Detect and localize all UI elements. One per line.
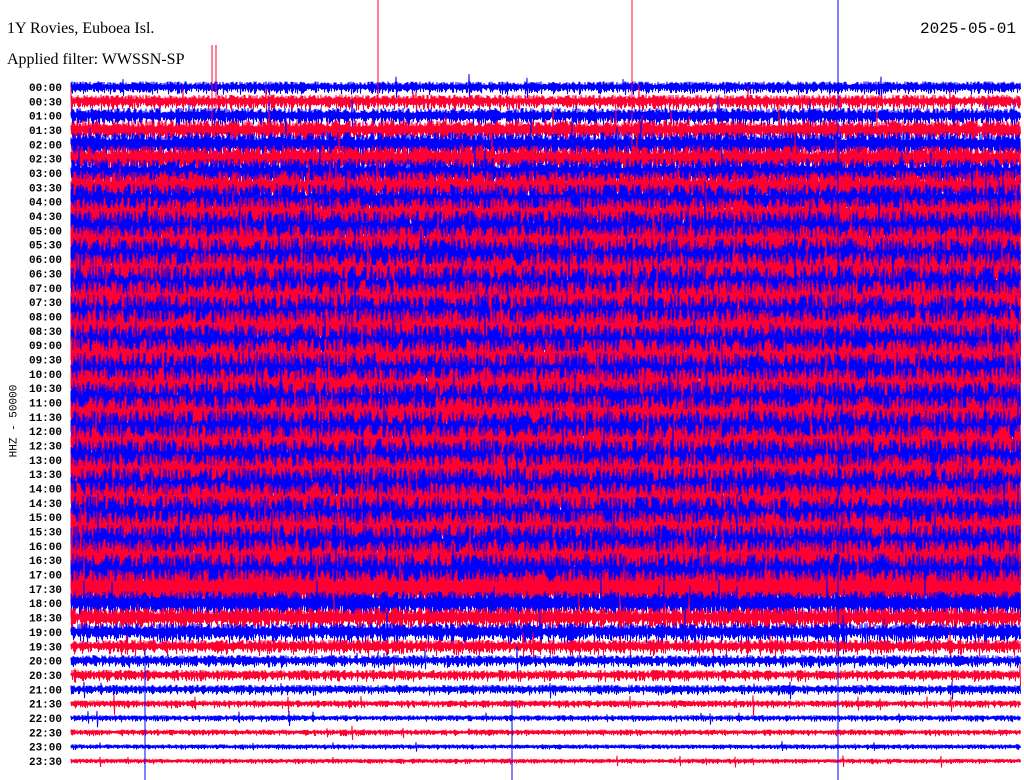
row-time-label: 05:00 [29,226,62,238]
row-time-label: 19:30 [29,642,62,654]
row-time-label: 06:00 [29,255,62,267]
row-time-label: 19:00 [29,628,62,640]
row-time-label: 22:00 [29,714,62,726]
trace-2300 [70,741,1021,752]
row-time-label: 11:00 [29,398,62,410]
row-time-label: 23:30 [29,757,62,769]
row-time-label: 22:30 [29,728,62,740]
row-time-label: 08:00 [29,312,62,324]
row-time-label: 15:30 [29,528,62,540]
row-time-label: 02:00 [29,140,62,152]
row-time-label: 16:30 [29,556,62,568]
row-time-label: 03:00 [29,169,62,181]
row-time-label: 12:30 [29,442,62,454]
row-time-label: 16:00 [29,542,62,554]
row-time-label: 08:30 [29,327,62,339]
row-time-label: 21:00 [29,685,62,697]
row-time-label: 13:30 [29,470,62,482]
row-time-label: 09:00 [29,341,62,353]
row-time-label: 13:00 [29,456,62,468]
row-time-label: 12:00 [29,427,62,439]
trace-2130 [70,695,1021,716]
row-time-label: 09:30 [29,355,62,367]
row-time-label: 10:00 [29,370,62,382]
trace-2100 [70,681,1021,700]
row-time-label: 17:00 [29,571,62,583]
row-time-label: 01:30 [29,126,62,138]
row-time-label: 04:30 [29,212,62,224]
row-time-label: 14:30 [29,499,62,511]
row-time-label: 05:30 [29,241,62,253]
row-time-label: 11:30 [29,413,62,425]
row-time-label: 01:00 [29,112,62,124]
row-time-label: 07:30 [29,298,62,310]
row-time-label: 07:00 [29,284,62,296]
row-time-label: 00:00 [29,83,62,95]
row-time-label: 17:30 [29,585,62,597]
trace-2230 [70,725,1021,741]
row-time-label: 00:30 [29,97,62,109]
row-time-label: 10:30 [29,384,62,396]
row-time-label: 06:30 [29,269,62,281]
row-time-label: 04:00 [29,198,62,210]
row-time-label: 15:00 [29,513,62,525]
row-time-label: 18:00 [29,599,62,611]
row-time-label: 18:30 [29,614,62,626]
trace-2330 [70,755,1021,768]
row-time-label: 23:00 [29,743,62,755]
row-time-label: 20:00 [29,657,62,669]
row-time-label: 03:30 [29,183,62,195]
row-time-label: 20:30 [29,671,62,683]
row-time-label: 21:30 [29,700,62,712]
trace-2200 [70,710,1021,728]
row-time-label: 02:30 [29,155,62,167]
row-time-label: 14:00 [29,485,62,497]
helicorder-plot: 00:00 00:30 01:00 01:30 02:00 02:30 03:00 03:30… [29,0,1021,780]
